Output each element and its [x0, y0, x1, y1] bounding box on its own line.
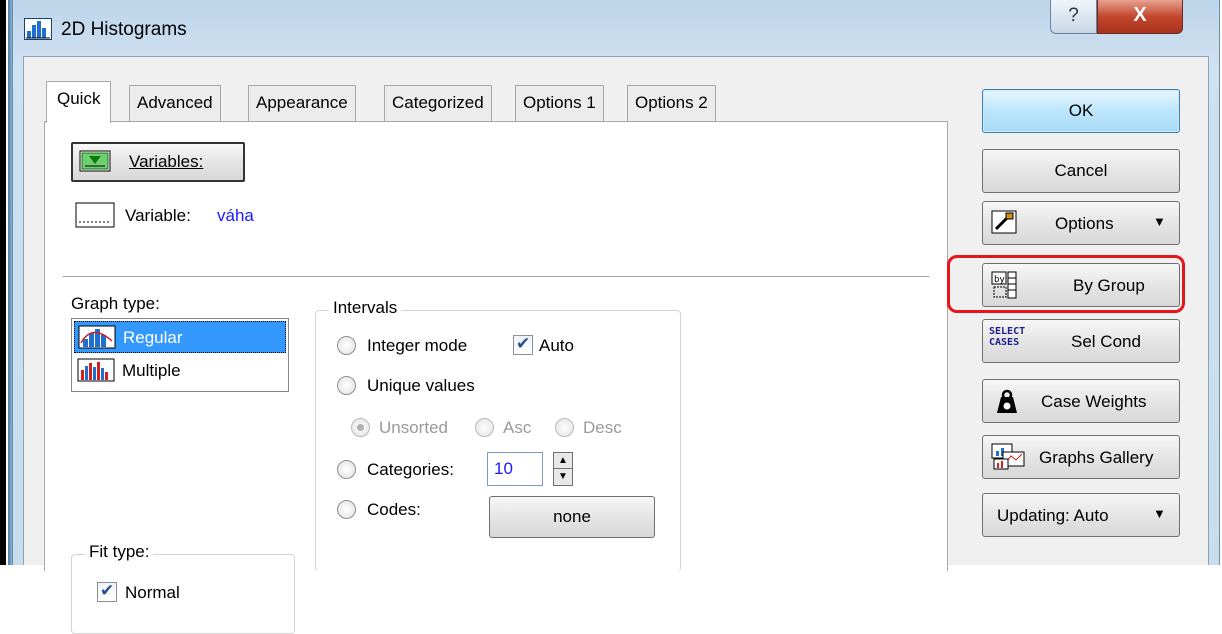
close-button[interactable]: X — [1097, 0, 1183, 34]
cancel-button[interactable]: Cancel — [982, 149, 1180, 193]
unsorted-radio[interactable] — [351, 418, 370, 437]
by-group-highlight — [947, 255, 1185, 313]
categories-input[interactable]: 10 — [487, 452, 543, 486]
spin-up-icon[interactable]: ▲ — [554, 453, 572, 469]
desc-radio[interactable] — [555, 418, 574, 437]
tab-options-2[interactable]: Options 2 — [627, 85, 716, 121]
auto-checkbox[interactable] — [513, 334, 533, 355]
unsorted-label: Unsorted — [379, 418, 448, 437]
asc-radio[interactable] — [475, 418, 494, 437]
sel-cond-label: Sel Cond — [1071, 332, 1141, 351]
variables-icon — [79, 150, 111, 177]
case-weights-label: Case Weights — [1041, 392, 1147, 411]
desc-label: Desc — [583, 418, 622, 437]
variable-value: váha — [217, 206, 254, 225]
normal-checkbox[interactable] — [97, 581, 117, 602]
variable-label: Variable: — [125, 206, 191, 225]
ok-button[interactable]: OK — [982, 89, 1180, 133]
categories-value: 10 — [494, 459, 513, 478]
codes-radio[interactable] — [337, 500, 356, 519]
categories-label: Categories: — [367, 460, 454, 479]
normal-label: Normal — [125, 583, 180, 602]
graphs-gallery-button[interactable]: Graphs Gallery — [982, 435, 1180, 479]
intervals-title: Intervals — [329, 298, 402, 318]
options-button[interactable]: Options ▼ — [982, 201, 1180, 245]
chevron-down-icon: ▼ — [1153, 214, 1166, 229]
separator — [63, 276, 929, 277]
select-cases-icon: SELECT CASES — [989, 326, 1026, 348]
integer-mode-label: Integer mode — [367, 336, 468, 355]
multiple-histogram-icon — [77, 358, 115, 387]
tab-options-1[interactable]: Options 1 — [515, 85, 604, 121]
options-label: Options — [1055, 214, 1114, 233]
graphs-gallery-icon — [991, 443, 1025, 476]
window-title: 2D Histograms — [61, 19, 187, 40]
weight-icon — [993, 389, 1021, 420]
graph-type-label: Graph type: — [71, 294, 160, 313]
options-icon — [991, 210, 1019, 239]
help-button[interactable]: ? — [1050, 0, 1097, 34]
updating-label: Updating: Auto — [997, 506, 1109, 525]
graph-type-item-multiple[interactable]: Multiple — [74, 355, 286, 387]
auto-label: Auto — [539, 336, 574, 355]
updating-dropdown[interactable]: Updating: Auto ▼ — [982, 493, 1180, 537]
tab-quick[interactable]: Quick — [46, 81, 112, 123]
unique-values-radio[interactable] — [337, 376, 356, 395]
tab-appearance[interactable]: Appearance — [248, 85, 356, 121]
multiple-label: Multiple — [122, 361, 181, 380]
integer-mode-radio[interactable] — [337, 336, 356, 355]
tab-categorized[interactable]: Categorized — [384, 85, 492, 121]
regular-histogram-icon — [78, 325, 116, 354]
asc-label: Asc — [503, 418, 532, 437]
categories-radio[interactable] — [337, 460, 356, 479]
histogram-app-icon — [24, 18, 52, 40]
spin-down-icon[interactable]: ▼ — [554, 469, 572, 485]
codes-none-button[interactable]: none — [489, 496, 655, 538]
case-weights-button[interactable]: Case Weights — [982, 379, 1180, 423]
chevron-down-icon: ▼ — [1153, 506, 1166, 521]
regular-label: Regular — [123, 328, 183, 347]
variables-button[interactable]: Variables: — [71, 142, 245, 182]
fit-type-title: Fit type: — [85, 542, 154, 562]
graph-type-item-regular[interactable]: Regular — [74, 321, 286, 353]
unique-values-label: Unique values — [367, 376, 475, 395]
categories-spinner[interactable]: ▲ ▼ — [553, 452, 573, 486]
variable-icon — [75, 202, 115, 233]
graphs-gallery-label: Graphs Gallery — [1039, 448, 1154, 467]
tab-advanced[interactable]: Advanced — [129, 85, 221, 121]
codes-label: Codes: — [367, 500, 421, 519]
title-bar[interactable]: 2D Histograms ? X — [13, 0, 1219, 56]
graph-type-list[interactable]: Regular Multiple — [71, 318, 289, 392]
variables-button-label: Variables: — [129, 152, 204, 171]
tab-panel-quick: Variables: Variable: váha Graph type: Re… — [44, 121, 948, 634]
sel-cond-button[interactable]: SELECT CASES Sel Cond — [982, 319, 1180, 363]
